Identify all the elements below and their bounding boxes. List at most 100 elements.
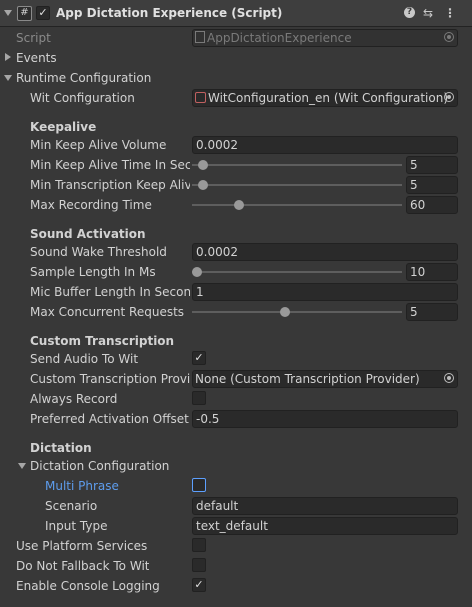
custom-transcription-heading-row: Custom Transcription — [0, 331, 472, 351]
events-foldout[interactable]: Events — [0, 48, 472, 68]
min-keep-alive-time-slider-thumb[interactable] — [198, 160, 208, 170]
custom-transcription-provider-row: Custom Transcription Provid None (Custom… — [0, 369, 472, 389]
send-audio-to-wit-checkbox[interactable]: ✓ — [192, 351, 206, 365]
min-keep-alive-volume-input[interactable]: 0.0002 — [192, 136, 458, 154]
events-label: Events — [16, 51, 57, 65]
multi-phrase-checkbox[interactable] — [192, 478, 206, 492]
enable-console-logging-checkbox[interactable]: ✓ — [192, 578, 206, 592]
always-record-label: Always Record — [30, 392, 118, 406]
max-recording-time-label: Max Recording Time — [30, 198, 152, 212]
mic-buffer-length-row: Mic Buffer Length In Second 1 — [0, 282, 472, 302]
keepalive-heading-row: Keepalive — [0, 117, 472, 137]
dictation-heading-row: Dictation — [0, 438, 472, 458]
chevron-down-icon[interactable] — [18, 463, 26, 469]
script-field: AppDictationExperience — [192, 29, 458, 47]
preferred-activation-offset-row: Preferred Activation Offset -0.5 — [0, 409, 472, 429]
object-picker-icon[interactable] — [444, 92, 454, 102]
max-concurrent-requests-label: Max Concurrent Requests — [30, 305, 185, 319]
use-platform-services-row: Use Platform Services — [0, 536, 472, 556]
multi-phrase-row: Multi Phrase — [0, 476, 472, 496]
chevron-right-icon[interactable] — [5, 53, 11, 61]
min-keep-alive-volume-label: Min Keep Alive Volume — [30, 138, 167, 152]
scenario-input[interactable]: default — [192, 497, 458, 515]
script-row: Script AppDictationExperience — [0, 28, 472, 48]
csharp-file-icon — [195, 31, 205, 43]
do-not-fallback-label: Do Not Fallback To Wit — [16, 559, 150, 573]
min-transcription-keep-alive-row: Min Transcription Keep Alive 5 — [0, 175, 472, 195]
sound-activation-heading: Sound Activation — [30, 227, 146, 241]
max-concurrent-requests-row: Max Concurrent Requests 5 — [0, 302, 472, 322]
foldout-chevron-down-icon[interactable] — [4, 10, 12, 16]
enabled-checkbox[interactable]: ✓ — [36, 6, 50, 20]
scenario-row: Scenario default — [0, 496, 472, 516]
wit-configuration-row: Wit Configuration WitConfiguration_en (W… — [0, 88, 472, 108]
custom-transcription-heading: Custom Transcription — [30, 334, 175, 348]
help-icon[interactable]: ? — [404, 7, 415, 18]
max-recording-time-slider-thumb[interactable] — [234, 200, 244, 210]
input-type-label: Input Type — [45, 519, 108, 533]
max-recording-time-slider-track[interactable] — [192, 204, 402, 206]
preferred-activation-offset-label: Preferred Activation Offset — [30, 412, 189, 426]
min-keep-alive-time-input[interactable]: 5 — [406, 156, 458, 174]
preferred-activation-offset-input[interactable]: -0.5 — [192, 410, 458, 428]
object-picker-icon[interactable] — [444, 373, 454, 383]
sound-activation-heading-row: Sound Activation — [0, 224, 472, 244]
dictation-configuration-label: Dictation Configuration — [30, 459, 170, 473]
sample-length-input[interactable]: 10 — [406, 263, 458, 281]
input-type-input[interactable]: text_default — [192, 517, 458, 535]
runtime-configuration-foldout[interactable]: Runtime Configuration — [0, 68, 472, 88]
dictation-configuration-foldout[interactable]: Dictation Configuration — [0, 456, 472, 476]
max-concurrent-requests-input[interactable]: 5 — [406, 303, 458, 321]
script-value: AppDictationExperience — [207, 31, 352, 45]
wit-configuration-value: WitConfiguration_en (Wit Configuration) — [208, 91, 449, 105]
max-concurrent-requests-slider-track[interactable] — [192, 311, 402, 313]
do-not-fallback-row: Do Not Fallback To Wit — [0, 556, 472, 576]
chevron-down-icon[interactable] — [4, 75, 12, 81]
sample-length-row: Sample Length In Ms 10 — [0, 262, 472, 282]
sample-length-label: Sample Length In Ms — [30, 265, 156, 279]
sound-wake-threshold-row: Sound Wake Threshold 0.0002 — [0, 242, 472, 262]
enable-console-logging-label: Enable Console Logging — [16, 579, 160, 593]
dictation-heading: Dictation — [30, 441, 92, 455]
input-type-row: Input Type text_default — [0, 516, 472, 536]
max-concurrent-requests-slider-thumb[interactable] — [280, 307, 290, 317]
enable-console-logging-row: Enable Console Logging ✓ — [0, 576, 472, 596]
always-record-row: Always Record — [0, 389, 472, 409]
component-header: # ✓ App Dictation Experience (Script) ? … — [0, 0, 472, 27]
custom-transcription-provider-field[interactable]: None (Custom Transcription Provider) — [192, 370, 458, 388]
custom-transcription-provider-value: None (Custom Transcription Provider) — [195, 372, 420, 386]
multi-phrase-label: Multi Phrase — [45, 479, 119, 493]
min-keep-alive-volume-row: Min Keep Alive Volume 0.0002 — [0, 135, 472, 155]
max-recording-time-input[interactable]: 60 — [406, 196, 458, 214]
wit-configuration-label: Wit Configuration — [30, 91, 135, 105]
mic-buffer-length-label: Mic Buffer Length In Second — [30, 285, 190, 299]
scenario-label: Scenario — [45, 499, 98, 513]
send-audio-to-wit-row: Send Audio To Wit ✓ — [0, 349, 472, 369]
always-record-checkbox[interactable] — [192, 391, 206, 405]
sample-length-slider-track[interactable] — [192, 271, 402, 273]
sound-wake-threshold-label: Sound Wake Threshold — [30, 245, 167, 259]
kebab-menu-icon[interactable]: ⋮ — [444, 6, 456, 20]
min-transcription-keep-alive-input[interactable]: 5 — [406, 176, 458, 194]
use-platform-services-checkbox[interactable] — [192, 538, 206, 552]
wit-configuration-field[interactable]: WitConfiguration_en (Wit Configuration) — [192, 89, 458, 107]
mic-buffer-length-input[interactable]: 1 — [192, 283, 458, 301]
min-transcription-keep-alive-slider-track[interactable] — [192, 184, 402, 186]
do-not-fallback-checkbox[interactable] — [192, 558, 206, 572]
wit-config-asset-icon — [195, 92, 206, 103]
script-icon: # — [17, 6, 32, 21]
min-keep-alive-time-slider-track[interactable] — [192, 164, 402, 166]
use-platform-services-label: Use Platform Services — [16, 539, 148, 553]
max-recording-time-row: Max Recording Time 60 — [0, 195, 472, 215]
script-label: Script — [16, 31, 51, 45]
presets-icon[interactable]: ⇆ — [423, 6, 433, 20]
custom-transcription-provider-label: Custom Transcription Provid — [30, 372, 190, 386]
object-picker-icon — [444, 32, 454, 42]
sound-wake-threshold-input[interactable]: 0.0002 — [192, 243, 458, 261]
sample-length-slider-thumb[interactable] — [192, 267, 202, 277]
runtime-configuration-label: Runtime Configuration — [16, 71, 152, 85]
min-keep-alive-time-label: Min Keep Alive Time In Seco — [30, 158, 190, 172]
min-keep-alive-time-row: Min Keep Alive Time In Seco 5 — [0, 155, 472, 175]
min-transcription-keep-alive-slider-thumb[interactable] — [198, 180, 208, 190]
send-audio-to-wit-label: Send Audio To Wit — [30, 352, 139, 366]
